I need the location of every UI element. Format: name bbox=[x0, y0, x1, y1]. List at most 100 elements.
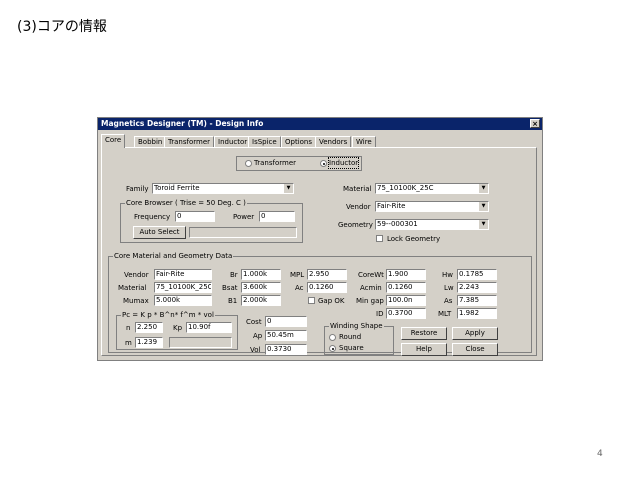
tab-bobbin[interactable]: Bobbin bbox=[134, 136, 167, 147]
material-value: 75_10100K_25C bbox=[377, 184, 434, 192]
geometry-select[interactable]: 59--000301 ▼ bbox=[375, 219, 489, 230]
br-label: Br bbox=[230, 271, 238, 279]
lw-label: Lw bbox=[444, 284, 454, 292]
material-select[interactable]: 75_10100K_25C ▼ bbox=[375, 183, 489, 194]
mumax-field[interactable]: 5.000k bbox=[154, 295, 212, 306]
tab-options[interactable]: Options bbox=[281, 136, 317, 147]
ac-label: Ac bbox=[295, 284, 304, 292]
transformer-radio[interactable] bbox=[245, 160, 252, 167]
tab-inductor[interactable]: Inductor bbox=[214, 136, 252, 147]
winding-shape-title: Winding Shape bbox=[329, 321, 384, 331]
transformer-radio-label[interactable]: Transformer bbox=[254, 158, 296, 168]
chevron-down-icon[interactable]: ▼ bbox=[478, 220, 488, 229]
tab-vendors[interactable]: Vendors bbox=[315, 136, 352, 147]
tab-core[interactable]: Core bbox=[101, 134, 126, 148]
mlt-label: MLT bbox=[438, 310, 452, 318]
hw-field[interactable]: 0.1785 bbox=[457, 269, 497, 280]
mumax-label: Mumax bbox=[123, 297, 149, 305]
chevron-down-icon[interactable]: ▼ bbox=[478, 202, 488, 211]
close-window-button[interactable]: × bbox=[530, 119, 540, 128]
acmin-label: Acmin bbox=[360, 284, 382, 292]
bsat-field[interactable]: 3.600k bbox=[241, 282, 281, 293]
hw-label: Hw bbox=[442, 271, 453, 279]
lw-field[interactable]: 2.243 bbox=[457, 282, 497, 293]
vendor-label: Vendor bbox=[346, 203, 371, 211]
restore-button[interactable]: Restore bbox=[401, 327, 447, 340]
corewt-field[interactable]: 1.900 bbox=[386, 269, 426, 280]
tab-wire[interactable]: Wire bbox=[352, 136, 376, 147]
m-field[interactable]: 1.239 bbox=[135, 337, 163, 348]
chevron-down-icon[interactable]: ▼ bbox=[283, 184, 293, 193]
inductor-radio-label[interactable]: Inductor bbox=[327, 157, 360, 169]
vendor-value: Fair-Rite bbox=[377, 202, 406, 210]
gap-ok-label[interactable]: Gap OK bbox=[318, 296, 344, 306]
title-bar[interactable]: Magnetics Designer (TM) - Design Info × bbox=[98, 118, 542, 130]
acmin-field[interactable]: 0.1260 bbox=[386, 282, 426, 293]
kp-field[interactable]: 10.90f bbox=[186, 322, 232, 333]
id-label: ID bbox=[376, 310, 384, 318]
cost-label: Cost bbox=[246, 318, 262, 326]
apply-button[interactable]: Apply bbox=[452, 327, 498, 340]
slide-title: (3)コアの情報 bbox=[17, 19, 107, 35]
as-field[interactable]: 7.385 bbox=[457, 295, 497, 306]
core-tab-panel: Transformer Inductor Family Toroid Ferri… bbox=[101, 147, 537, 356]
core-data-title: Core Material and Geometry Data bbox=[113, 251, 234, 261]
power-input[interactable]: 0 bbox=[259, 211, 295, 222]
cost-field[interactable]: 0 bbox=[265, 316, 307, 327]
gap-ok-checkbox[interactable] bbox=[308, 297, 315, 304]
data-vendor-field[interactable]: Fair-Rite bbox=[154, 269, 212, 280]
data-vendor-label: Vendor bbox=[124, 271, 149, 279]
n-field[interactable]: 2.250 bbox=[135, 322, 163, 333]
corewt-label: CoreWt bbox=[358, 271, 384, 279]
material-label: Material bbox=[343, 185, 372, 193]
br-field[interactable]: 1.000k bbox=[241, 269, 281, 280]
ap-field[interactable]: 50.45m bbox=[265, 330, 307, 341]
mingap-label: Min gap bbox=[356, 297, 384, 305]
kp-label: Kp bbox=[173, 324, 183, 332]
round-radio[interactable] bbox=[329, 334, 336, 341]
mingap-field[interactable]: 100.0n bbox=[386, 295, 426, 306]
lock-geometry-label[interactable]: Lock Geometry bbox=[387, 234, 440, 244]
square-radio[interactable] bbox=[329, 345, 336, 352]
ac-field[interactable]: 0.1260 bbox=[307, 282, 347, 293]
chevron-down-icon[interactable]: ▼ bbox=[478, 184, 488, 193]
vol-field[interactable]: 0.3730 bbox=[265, 344, 307, 355]
data-material-field[interactable]: 75_10100K_25C bbox=[154, 282, 212, 293]
b1-field[interactable]: 2.000k bbox=[241, 295, 281, 306]
lock-geometry-checkbox[interactable] bbox=[376, 235, 383, 242]
mpl-field[interactable]: 2.950 bbox=[307, 269, 347, 280]
frequency-label: Frequency bbox=[134, 213, 171, 221]
id-field[interactable]: 0.3700 bbox=[386, 308, 426, 319]
auto-select-button[interactable]: Auto Select bbox=[133, 226, 186, 239]
bsat-label: Bsat bbox=[222, 284, 238, 292]
vol-label: Vol bbox=[250, 346, 261, 354]
n-label: n bbox=[126, 324, 131, 332]
geometry-value: 59--000301 bbox=[377, 220, 418, 228]
tab-transformer[interactable]: Transformer bbox=[164, 136, 215, 147]
b1-label: B1 bbox=[228, 297, 238, 305]
family-select[interactable]: Toroid Ferrite ▼ bbox=[152, 183, 294, 194]
power-label: Power bbox=[233, 213, 255, 221]
family-value: Toroid Ferrite bbox=[154, 184, 200, 192]
pc-result-field bbox=[169, 337, 232, 348]
pc-formula-title: Pc = K p * B^n* f^m * vol bbox=[121, 310, 215, 320]
round-radio-label[interactable]: Round bbox=[339, 332, 361, 342]
family-label: Family bbox=[126, 185, 149, 193]
mlt-field[interactable]: 1.982 bbox=[457, 308, 497, 319]
square-radio-label[interactable]: Square bbox=[339, 343, 364, 353]
tab-isspice[interactable]: IsSpice bbox=[248, 136, 281, 147]
frequency-input[interactable]: 0 bbox=[175, 211, 215, 222]
vendor-select[interactable]: Fair-Rite ▼ bbox=[375, 201, 489, 212]
inductor-radio[interactable] bbox=[320, 160, 327, 167]
ap-label: Ap bbox=[253, 332, 263, 340]
mpl-label: MPL bbox=[290, 271, 305, 279]
close-button[interactable]: Close bbox=[452, 343, 498, 356]
help-button[interactable]: Help bbox=[401, 343, 447, 356]
data-material-label: Material bbox=[118, 284, 147, 292]
auto-select-status bbox=[189, 227, 297, 238]
window-title: Magnetics Designer (TM) - Design Info bbox=[101, 119, 264, 128]
core-browser-title: Core Browser ( Trise = 50 Deg. C ) bbox=[125, 198, 247, 208]
geometry-label: Geometry bbox=[338, 221, 373, 229]
page-number: 4 bbox=[597, 449, 603, 459]
as-label: As bbox=[444, 297, 453, 305]
